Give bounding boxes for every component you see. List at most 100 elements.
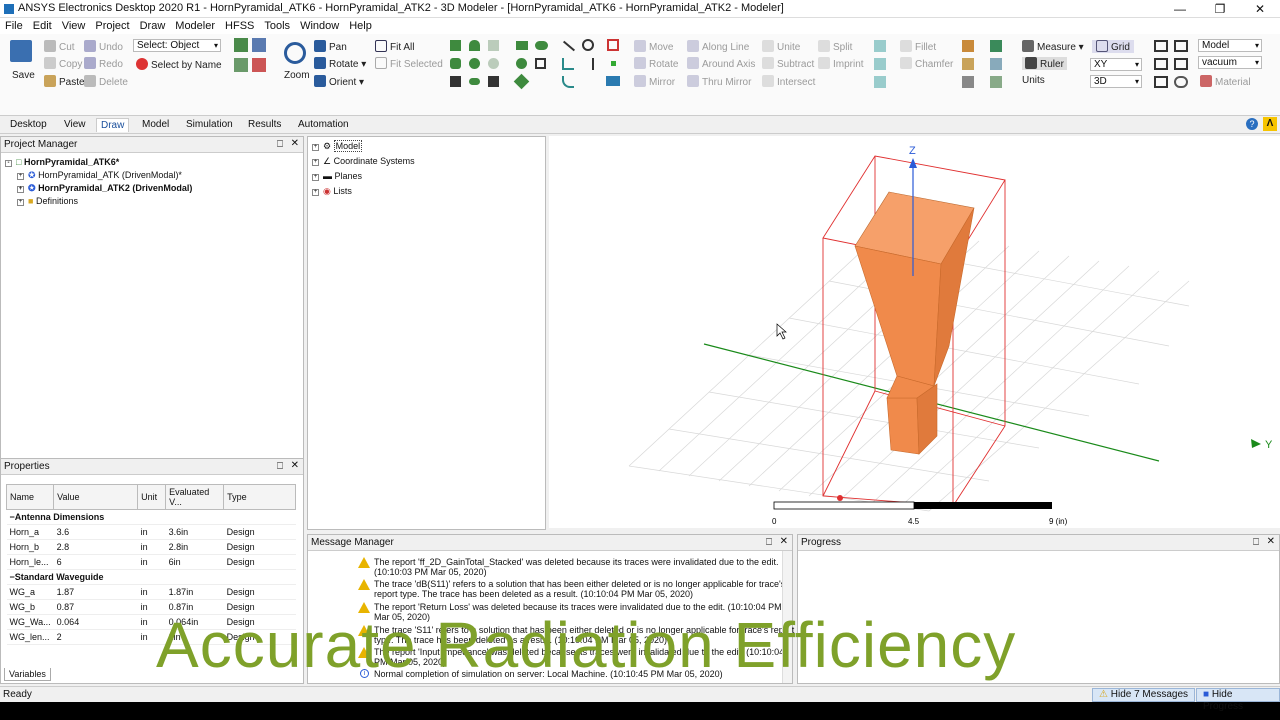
hide-progress-button[interactable]: ■ Hide Progress [1196, 688, 1280, 712]
column-header[interactable]: Unit [137, 484, 167, 510]
intersect-button[interactable]: Intersect [762, 75, 815, 88]
table-row[interactable]: WG_a 1.87 in 1.87in Design [6, 584, 296, 600]
circle-icon[interactable] [516, 58, 527, 69]
close-icon[interactable]: ✕ [291, 138, 299, 149]
tree-item-planes[interactable]: + ▬ Planes [312, 171, 362, 181]
refresh-icon[interactable] [1174, 76, 1188, 88]
ellipse2d-icon[interactable] [535, 41, 548, 50]
surface-icon[interactable] [962, 58, 974, 70]
snap-icon[interactable] [990, 40, 1002, 52]
menu-draw[interactable]: Draw [135, 18, 171, 34]
tree-item-root-project[interactable]: - □ HornPyramidal_ATK6* [5, 157, 119, 167]
torus-icon[interactable] [488, 58, 499, 69]
tree-item-design-atk2[interactable]: + ✪ HornPyramidal_ATK2 (DrivenModal) [17, 183, 192, 194]
tab-variables[interactable]: Variables [4, 668, 51, 681]
column-header[interactable]: Value [53, 484, 139, 510]
view-cube-icon[interactable] [1154, 40, 1168, 52]
thru-mirror-button[interactable]: Thru Mirror [687, 75, 751, 88]
point-icon[interactable] [611, 61, 616, 66]
pin-icon[interactable]: ⎕ [277, 139, 283, 150]
spline-icon[interactable] [562, 58, 574, 70]
deselect-icon[interactable] [252, 58, 266, 72]
chamfer-button[interactable]: Chamfer [900, 57, 953, 70]
line-icon[interactable] [562, 40, 576, 52]
cone-icon[interactable] [469, 40, 480, 51]
3d-viewport[interactable]: Y Z 0 4.5 9 (in) [549, 136, 1280, 528]
message-item[interactable]: The trace 'dB(S11)' refers to a solution… [358, 579, 799, 599]
close-icon[interactable]: ✕ [1240, 0, 1280, 18]
arc-icon[interactable] [582, 39, 594, 51]
move-button[interactable]: Move [634, 40, 673, 53]
pin-icon[interactable]: ⎕ [766, 537, 772, 548]
tab-automation[interactable]: Automation [294, 118, 353, 131]
menu-view[interactable]: View [57, 18, 91, 34]
tree-item-model[interactable]: + ⚙ Model [312, 140, 363, 152]
orient-button[interactable]: Orient ▾ [314, 75, 364, 88]
material-button[interactable]: Material [1200, 75, 1251, 88]
plane-icon[interactable] [606, 76, 620, 86]
plane-dropdown[interactable]: XY [1090, 58, 1142, 71]
shading-icon[interactable] [1174, 58, 1188, 70]
subtract-button[interactable]: Subtract [762, 57, 814, 70]
menu-tools[interactable]: Tools [259, 18, 295, 34]
zoom-button[interactable]: Zoom [284, 70, 310, 81]
menu-file[interactable]: File [0, 18, 28, 34]
around-axis-button[interactable]: Around Axis [687, 57, 755, 70]
fit-selected-button[interactable]: Fit Selected [375, 57, 443, 70]
fit-all-button[interactable]: Fit All [375, 40, 414, 53]
tab-desktop[interactable]: Desktop [6, 118, 51, 131]
select-object-icon[interactable] [234, 38, 248, 52]
tab-draw[interactable]: Draw [96, 118, 130, 132]
equation-curve-icon[interactable] [535, 58, 546, 69]
grid-button[interactable]: Grid [1092, 40, 1134, 53]
view-options-icon[interactable] [1174, 40, 1188, 52]
tab-model[interactable]: Model [138, 118, 173, 131]
menu-edit[interactable]: Edit [28, 18, 57, 34]
close-icon[interactable]: ✕ [780, 536, 788, 547]
zoom-icon[interactable] [284, 42, 306, 64]
tab-simulation[interactable]: Simulation [182, 118, 237, 131]
edge-tool-icon[interactable] [962, 76, 974, 88]
dimension-dropdown[interactable]: 3D [1090, 75, 1142, 88]
spiral-icon[interactable] [488, 76, 499, 87]
regular-polyhedron-icon[interactable] [488, 40, 499, 51]
save-button[interactable]: Save [12, 70, 35, 81]
cs-icon[interactable] [990, 58, 1002, 70]
tree-item-lists[interactable]: + ◉ Lists [312, 186, 352, 197]
redo-button[interactable]: Redo [84, 57, 123, 70]
tree-item-design-atk[interactable]: + ✪ HornPyramidal_ATK (DrivenModal)* [17, 170, 182, 181]
rotate-button[interactable]: Rotate ▾ [314, 57, 366, 70]
uncover-icon[interactable] [874, 76, 886, 88]
imprint-button[interactable]: Imprint [818, 57, 864, 70]
select-mode-dropdown[interactable]: Select: Object [133, 39, 221, 52]
ruler-button[interactable]: Ruler [1022, 57, 1067, 70]
close-icon[interactable]: ✕ [1267, 536, 1275, 547]
select-edge-icon[interactable] [234, 58, 248, 72]
home-view-icon[interactable] [1154, 76, 1168, 88]
save-icon[interactable] [10, 40, 32, 62]
sweep-icon[interactable] [874, 40, 886, 52]
mirror-button[interactable]: Mirror [634, 75, 675, 88]
rotate-object-button[interactable]: Rotate [634, 57, 678, 70]
menu-project[interactable]: Project [90, 18, 134, 34]
fillet-button[interactable]: Fillet [900, 40, 936, 53]
menu-help[interactable]: Help [344, 18, 377, 34]
model-dropdown[interactable]: Model [1198, 39, 1262, 52]
copy-button[interactable]: Copy [44, 57, 82, 70]
split-button[interactable]: Split [818, 40, 852, 53]
close-icon[interactable]: ✕ [291, 460, 299, 471]
along-line-button[interactable]: Along Line [687, 40, 749, 53]
measure-button[interactable]: Measure ▾ [1022, 40, 1084, 53]
create-object-icon[interactable] [962, 40, 974, 52]
column-header[interactable]: Evaluated V... [165, 484, 225, 510]
group-row-standard-waveguide[interactable]: −Standard Waveguide [6, 569, 296, 585]
cover-icon[interactable] [874, 58, 886, 70]
pan-button[interactable]: Pan [314, 40, 347, 53]
polyline-icon[interactable] [562, 76, 574, 88]
rectangle-icon[interactable] [516, 41, 528, 50]
pin-icon[interactable]: ⎕ [1253, 537, 1259, 548]
paste-button[interactable]: Paste [44, 75, 85, 88]
ansys-logo-icon[interactable]: Λ [1263, 117, 1277, 131]
table-row[interactable]: Horn_a 3.6 in 3.6in Design [6, 524, 296, 540]
cut-button[interactable]: Cut [44, 40, 75, 53]
